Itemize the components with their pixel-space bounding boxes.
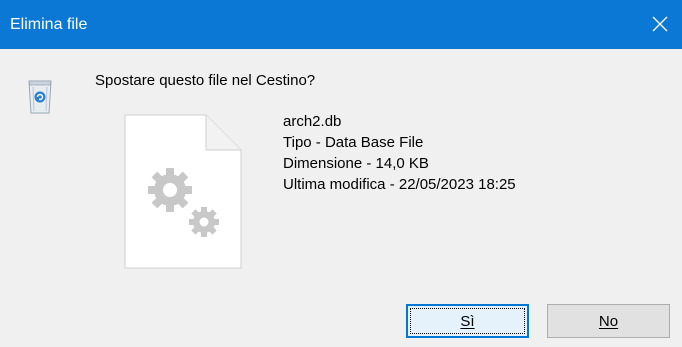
window-title: Elimina file bbox=[10, 16, 88, 33]
recycle-bin-icon bbox=[28, 80, 52, 114]
yes-button-label: Sì bbox=[460, 312, 475, 330]
yes-button[interactable]: Sì bbox=[406, 304, 529, 338]
file-modified: Ultima modifica - 22/05/2023 18:25 bbox=[283, 176, 516, 193]
no-button[interactable]: No bbox=[547, 304, 670, 338]
file-type: Tipo - Data Base File bbox=[283, 134, 424, 151]
title-bar[interactable]: Elimina file bbox=[0, 0, 682, 49]
file-details: arch2.db Tipo - Data Base File Dimension… bbox=[283, 112, 516, 196]
close-icon bbox=[652, 16, 668, 32]
file-size: Dimensione - 14,0 KB bbox=[283, 155, 429, 172]
no-button-label: No bbox=[598, 312, 619, 330]
close-button[interactable] bbox=[638, 0, 682, 49]
delete-file-dialog: Elimina file Spostare questo file nel Ce… bbox=[0, 0, 682, 347]
generic-file-gears-icon bbox=[124, 114, 242, 269]
confirmation-question: Spostare questo file nel Cestino? bbox=[95, 72, 316, 89]
file-name: arch2.db bbox=[283, 113, 342, 130]
